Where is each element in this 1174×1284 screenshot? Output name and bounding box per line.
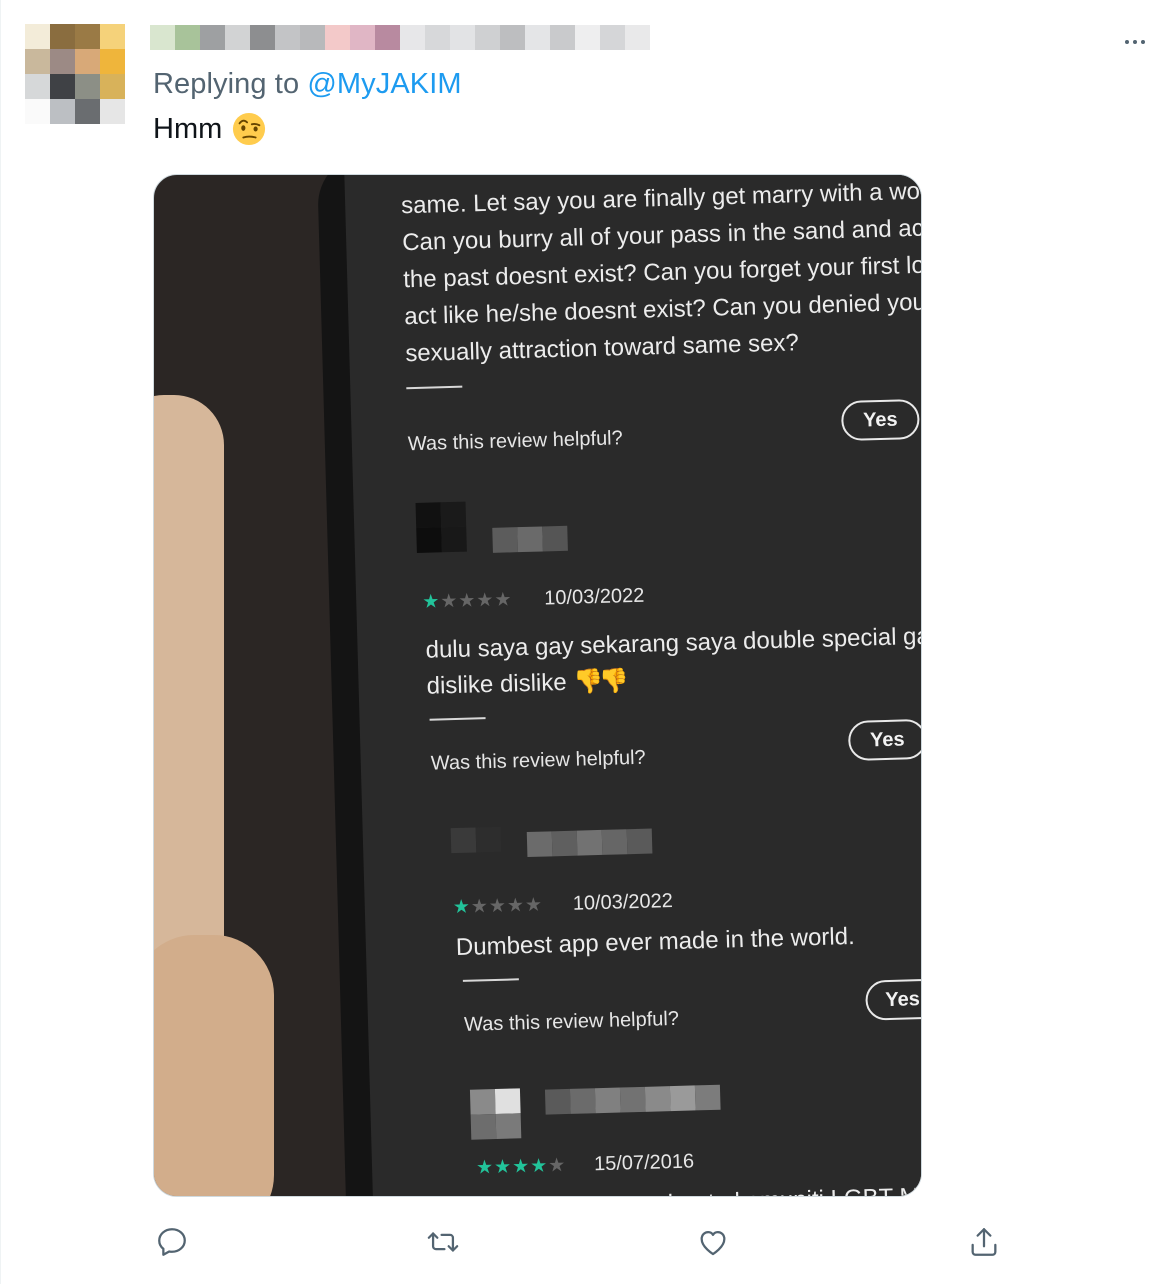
helpful-label: Was this review helpful? [407,427,624,456]
review-text-content: dulu saya gay sekarang saya double speci… [425,622,922,700]
yes-button[interactable]: Yes [865,978,921,1021]
helpful-label: Was this review helpful? [430,746,646,775]
reviewer-avatar-blurred [470,1113,522,1140]
helpful-label: Was this review helpful? [463,1007,680,1036]
divider [462,978,519,982]
like-icon [700,1230,726,1256]
display-name-blurred[interactable] [150,25,650,50]
reviewer-name-blurred [492,525,568,553]
raised-eyebrow-emoji-icon [233,112,266,146]
review-paragraph: same. Let say you are finally get marry … [400,176,922,368]
rating-stars: ★★★★★ [475,1155,567,1179]
tweet-photo[interactable]: same. Let say you are finally get marry … [153,174,922,1197]
retweet-button[interactable] [423,1222,463,1262]
rating-stars: ★★★★★ [452,894,544,919]
reviewer-name-blurred [544,1084,721,1115]
review-date: 10/03/2022 [572,889,674,915]
yes-button[interactable]: Yes [847,718,921,762]
replying-to: Replying to @MyJAKIM [153,68,462,101]
reply-icon [158,1228,186,1256]
reviewer-avatar-blurred [415,501,467,528]
tweet-text: Hmm [153,112,266,146]
palm [154,935,274,1196]
reply-button[interactable] [152,1222,192,1262]
tweet-actions [0,1222,1174,1262]
review-date: 15/07/2016 [593,1150,695,1176]
phone-screen: same. Let say you are finally get marry … [344,175,922,1196]
replying-handle-link[interactable]: @MyJAKIM [307,68,461,100]
rating-stars: ★★★★★ [422,589,513,613]
more-options-icon[interactable] [1118,28,1152,56]
reviewer-name-blurred [526,828,653,858]
timeline-border [0,0,1,1284]
divider [406,385,463,390]
divider [429,717,486,721]
replying-prefix: Replying to [153,68,300,100]
share-button[interactable] [964,1222,1004,1262]
review-date: 10/03/2022 [543,584,645,610]
review-text: dulu saya gay sekarang saya double speci… [425,618,922,705]
retweet-icon [427,1232,459,1252]
reviewer-avatar-blurred [416,526,467,553]
yes-button[interactable]: Yes [840,398,920,442]
review-text: Moga dapat membantu komuniti LGBT Muslim… [481,1176,921,1196]
tweet-text-content: Hmm [153,112,223,145]
share-icon [971,1228,997,1256]
reviewer-avatar-blurred [469,1088,521,1115]
avatar[interactable] [25,24,125,124]
thumbs-down-icon: 👎👎 [572,667,626,696]
review-text: Dumbest app ever made in the world. [455,922,856,962]
like-button[interactable] [693,1222,733,1262]
reviewer-avatar-blurred [450,826,502,854]
